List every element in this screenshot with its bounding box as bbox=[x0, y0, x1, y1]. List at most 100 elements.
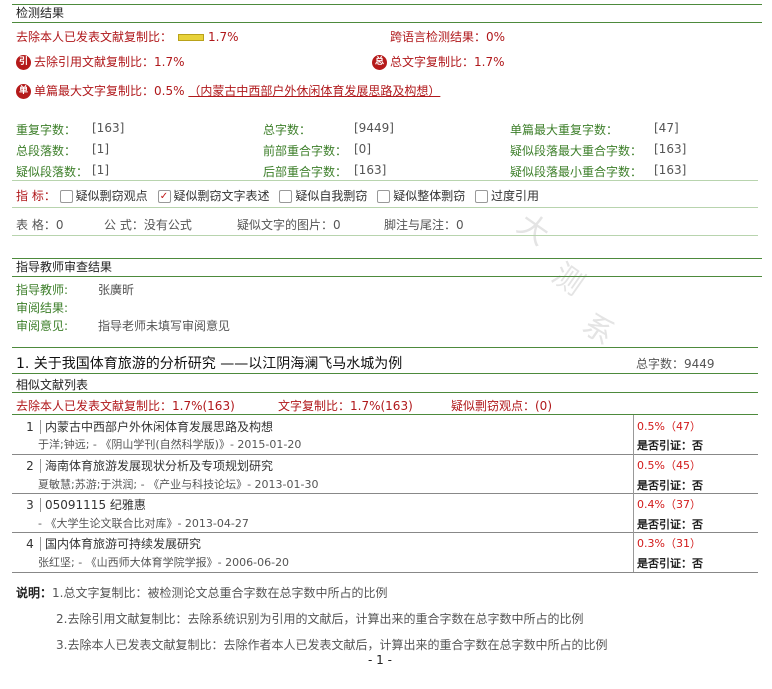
watermark-char: 大 bbox=[510, 206, 556, 253]
divider bbox=[12, 572, 758, 573]
indicator-checkbox[interactable]: ✓ 疑似剽窃文字表述 bbox=[157, 189, 270, 203]
total-value: 1.7% bbox=[474, 55, 505, 69]
stat-paragraphs: 总段落数： bbox=[16, 144, 77, 158]
table-row[interactable]: 1 内蒙古中西部户外休闲体育发展思路及构想 bbox=[20, 418, 638, 435]
stat-single-max-value: [47] bbox=[654, 121, 679, 135]
divider bbox=[12, 493, 758, 494]
divider bbox=[12, 207, 758, 208]
stat-total-chars: 总字数： bbox=[263, 123, 312, 137]
total-badge-icon: 总 bbox=[372, 55, 387, 70]
self-pub-label: 去除本人已发表文献复制比： bbox=[16, 30, 173, 44]
single-title-link[interactable]: （内蒙古中西部户外休闲体育发展思路及构想） bbox=[188, 84, 440, 98]
paper-total-chars: 总字数：9449 bbox=[636, 357, 715, 371]
indicators-label: 指 标： bbox=[16, 189, 56, 203]
row-percent: 0.3%（31） bbox=[637, 537, 701, 550]
stat-suspect-paragraphs-value: [1] bbox=[92, 163, 109, 177]
list-suspect: 疑似剽窃观点：(0) bbox=[451, 399, 552, 413]
stat-para-max: 疑似段落最大重合字数： bbox=[510, 144, 643, 158]
ratio-bar bbox=[178, 34, 205, 41]
cross-lang-label: 跨语言检测结果： bbox=[390, 30, 487, 44]
single-row: 单单篇最大文字复制比：0.5% （内蒙古中西部户外休闲体育发展思路及构想） bbox=[16, 82, 440, 99]
watermark-char: 系 bbox=[575, 306, 621, 353]
self-pub-value: 1.7% bbox=[208, 30, 239, 44]
self-pub-row: 去除本人已发表文献复制比： 1.7% bbox=[16, 28, 239, 45]
paper-title: 1. 关于我国体育旅游的分析研究 ——以江阴海澜飞马水城为例 bbox=[16, 356, 403, 372]
row-number: 2 bbox=[26, 459, 34, 473]
row-title-link[interactable]: 海南体育旅游发展现状分析及专项规划研究 bbox=[40, 459, 274, 473]
row-cite: 是否引证：否 bbox=[637, 557, 703, 570]
indicator-checkbox[interactable]: 过度引用 bbox=[475, 189, 539, 203]
quote-value: 1.7% bbox=[154, 55, 185, 69]
table-row[interactable]: 3 05091115 纪雅惠 bbox=[20, 496, 638, 513]
stat-paragraphs-value: [1] bbox=[92, 142, 109, 156]
review-status-label: 审阅结果: bbox=[16, 301, 69, 315]
page-number: - 1 - bbox=[368, 653, 392, 667]
quote-row: 引去除引用文献复制比：1.7% bbox=[16, 53, 185, 70]
note-line: 说明：1.总文字复制比：被检测论文总重合字数在总字数中所占的比例 bbox=[16, 584, 387, 601]
note-item: 1.总文字复制比：被检测论文总重合字数在总字数中所占的比例 bbox=[52, 586, 388, 600]
checkbox-empty-icon bbox=[475, 190, 489, 203]
single-badge-icon: 单 bbox=[16, 84, 31, 99]
divider bbox=[12, 414, 758, 415]
note-item: 3.去除本人已发表文献复制比：去除作者本人已发表文献后，计算出来的重合字数在总字… bbox=[56, 638, 608, 652]
row-source: 夏敏慧;苏游;于洪润; - 《产业与科技论坛》- 2013-01-30 bbox=[38, 478, 319, 491]
checkbox-empty-icon bbox=[59, 190, 73, 203]
row-title-link[interactable]: 05091115 纪雅惠 bbox=[40, 498, 146, 512]
divider bbox=[12, 180, 758, 181]
row-percent: 0.5%（47） bbox=[637, 420, 701, 433]
stat-para-min-value: [163] bbox=[654, 163, 687, 177]
row-cite: 是否引证：否 bbox=[637, 439, 703, 452]
divider bbox=[12, 347, 758, 348]
review-header: 指导教师审查结果 bbox=[12, 258, 762, 277]
single-label: 单篇最大文字复制比： bbox=[34, 84, 155, 98]
total-label: 总文字复制比： bbox=[390, 55, 475, 69]
row-percent: 0.4%（37） bbox=[637, 498, 701, 511]
divider bbox=[12, 235, 758, 236]
quote-badge-icon: 引 bbox=[16, 55, 31, 70]
row-cite: 是否引证：否 bbox=[637, 479, 703, 492]
review-opinion-value: 指导老师未填写审阅意见 bbox=[98, 319, 231, 333]
stat-front-overlap-value: [0] bbox=[354, 142, 371, 156]
list-text-copy: 文字复制比：1.7%(163) bbox=[278, 399, 413, 413]
row-source: 张红坚; - 《山西师大体育学院学报》- 2006-06-20 bbox=[38, 556, 290, 569]
checkbox-checked-icon: ✓ bbox=[157, 190, 171, 203]
teacher-value: 张廣昕 bbox=[98, 283, 135, 297]
row-number: 3 bbox=[26, 498, 34, 512]
indicator-checkbox[interactable]: 疑似自我剽窃 bbox=[279, 189, 367, 203]
detection-result-header: 检测结果 bbox=[12, 4, 762, 23]
note-lead: 说明： bbox=[16, 586, 53, 600]
table-row[interactable]: 4 国内体育旅游可持续发展研究 bbox=[20, 535, 638, 552]
row-title-link[interactable]: 国内体育旅游可持续发展研究 bbox=[40, 537, 202, 551]
cross-lang-row: 跨语言检测结果：0% bbox=[390, 28, 505, 45]
stat-para-min: 疑似段落最小重合字数： bbox=[510, 165, 643, 179]
misc-images: 疑似文字的图片：0 bbox=[237, 218, 341, 232]
stat-para-max-value: [163] bbox=[654, 142, 687, 156]
single-value: 0.5% bbox=[154, 84, 185, 98]
quote-label: 去除引用文献复制比： bbox=[34, 55, 155, 69]
stat-back-overlap: 后部重合字数： bbox=[263, 165, 348, 179]
row-title-link[interactable]: 内蒙古中西部户外休闲体育发展思路及构想 bbox=[40, 420, 274, 434]
stat-back-overlap-value: [163] bbox=[354, 163, 387, 177]
stat-repeat-chars: 重复字数： bbox=[16, 123, 77, 137]
similar-list-header: 相似文献列表 bbox=[16, 378, 89, 392]
misc-formula: 公 式：没有公式 bbox=[104, 218, 192, 232]
misc-footnotes: 脚注与尾注：0 bbox=[384, 218, 464, 232]
table-row[interactable]: 2 海南体育旅游发展现状分析及专项规划研究 bbox=[20, 457, 638, 474]
teacher-label: 指导教师: bbox=[16, 283, 69, 297]
review-opinion-label: 审阅意见: bbox=[16, 319, 69, 333]
stat-single-max: 单篇最大重复字数： bbox=[510, 123, 619, 137]
column-divider bbox=[633, 415, 634, 572]
stat-suspect-paragraphs: 疑似段落数： bbox=[16, 165, 89, 179]
stat-total-chars-value: [9449] bbox=[354, 121, 394, 135]
stat-repeat-chars-value: [163] bbox=[92, 121, 125, 135]
indicator-checkbox[interactable]: 疑似剽窃观点 bbox=[59, 189, 148, 203]
misc-tables: 表 格：0 bbox=[16, 218, 64, 232]
indicators-row: 指 标： 疑似剽窃观点 ✓ 疑似剽窃文字表述 疑似自我剽窃 疑似整体剽窃 过度引用 bbox=[16, 187, 539, 204]
cross-lang-value: 0% bbox=[486, 30, 506, 44]
divider bbox=[12, 373, 758, 374]
note-item: 2.去除引用文献复制比：去除系统识别为引用的文献后，计算出来的重合字数在总字数中… bbox=[56, 612, 584, 626]
indicator-checkbox[interactable]: 疑似整体剽窃 bbox=[377, 189, 465, 203]
row-number: 4 bbox=[26, 537, 34, 551]
checkbox-empty-icon bbox=[279, 190, 293, 203]
total-row: 总总文字复制比：1.7% bbox=[372, 53, 505, 70]
